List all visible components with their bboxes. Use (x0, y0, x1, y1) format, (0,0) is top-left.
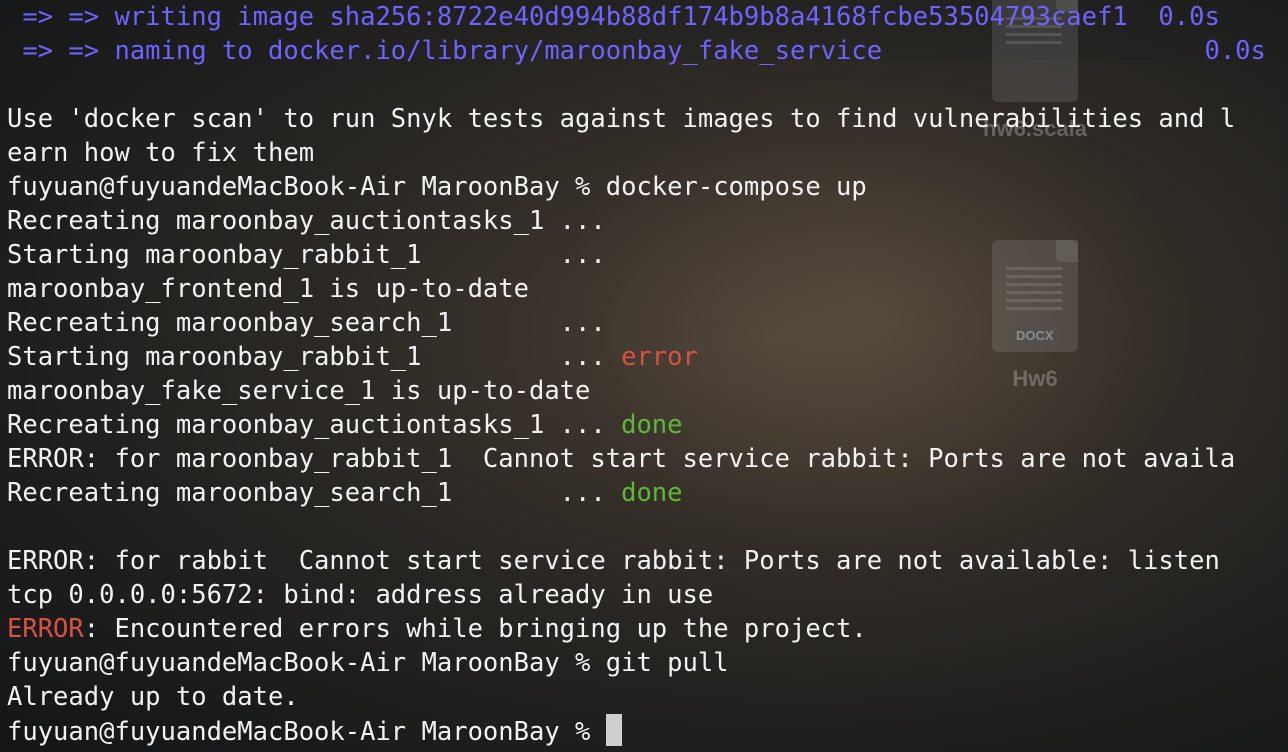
terminal-line: tcp 0.0.0.0:5672: bind: address already … (7, 578, 713, 612)
terminal-text: maroonbay_frontend_1 is up-to-date (7, 274, 529, 304)
terminal-text: Recreating maroonbay_auctiontasks_1 ... (7, 206, 606, 236)
terminal-line: fuyuan@fuyuandeMacBook-Air MaroonBay % g… (7, 646, 729, 680)
terminal-line: Starting maroonbay_rabbit_1 ... (7, 238, 606, 272)
terminal-line: fuyuan@fuyuandeMacBook-Air MaroonBay % (7, 714, 622, 748)
terminal-text: ERROR: for rabbit Cannot start service r… (7, 546, 1220, 576)
terminal-line: ERROR: for rabbit Cannot start service r… (7, 544, 1220, 578)
done-text: done (621, 410, 683, 440)
terminal-line: Recreating maroonbay_auctiontasks_1 ... (7, 204, 606, 238)
terminal-line: Already up to date. (7, 680, 299, 714)
terminal-text: ERROR: for maroonbay_rabbit_1 Cannot sta… (7, 444, 1236, 474)
terminal-line: earn how to fix them (7, 136, 314, 170)
error-text: error (621, 342, 698, 372)
terminal-line: Recreating maroonbay_search_1 ... done (7, 476, 683, 510)
terminal-line: ERROR: Encountered errors while bringing… (7, 612, 867, 646)
terminal-text: => => writing image sha256:8722e40d994b8… (7, 2, 1220, 32)
terminal-output[interactable]: => => writing image sha256:8722e40d994b8… (7, 0, 1288, 752)
terminal-line: Recreating maroonbay_auctiontasks_1 ... … (7, 408, 683, 442)
terminal-text: maroonbay_fake_service_1 is up-to-date (7, 376, 591, 406)
terminal-line: ERROR: for maroonbay_rabbit_1 Cannot sta… (7, 442, 1235, 476)
terminal-text: earn how to fix them (7, 138, 315, 168)
done-text: done (621, 478, 683, 508)
terminal-text: fuyuan@fuyuandeMacBook-Air MaroonBay % d… (7, 172, 867, 202)
terminal-line: => => naming to docker.io/library/maroon… (7, 34, 1266, 68)
terminal-line: Use 'docker scan' to run Snyk tests agai… (7, 102, 1235, 136)
terminal-text: Starting maroonbay_rabbit_1 ... (7, 342, 622, 372)
terminal-text: Starting maroonbay_rabbit_1 ... (7, 240, 606, 270)
terminal-text: fuyuan@fuyuandeMacBook-Air MaroonBay % g… (7, 648, 729, 678)
terminal-line: Recreating maroonbay_search_1 ... (7, 306, 606, 340)
terminal-text: Recreating maroonbay_auctiontasks_1 ... (7, 410, 622, 440)
terminal-line: => => writing image sha256:8722e40d994b8… (7, 0, 1220, 34)
terminal-text: Recreating maroonbay_search_1 ... (7, 478, 622, 508)
error-text: ERROR (7, 614, 84, 644)
terminal-text: fuyuan@fuyuandeMacBook-Air MaroonBay % (7, 717, 606, 747)
terminal-line: fuyuan@fuyuandeMacBook-Air MaroonBay % d… (7, 170, 867, 204)
terminal-text: Recreating maroonbay_search_1 ... (7, 308, 606, 338)
terminal-line: maroonbay_fake_service_1 is up-to-date (7, 374, 590, 408)
terminal-text: Use 'docker scan' to run Snyk tests agai… (7, 104, 1236, 134)
terminal-text: => => naming to docker.io/library/maroon… (7, 36, 1266, 66)
terminal-text: tcp 0.0.0.0:5672: bind: address already … (7, 580, 714, 610)
terminal-line: Starting maroonbay_rabbit_1 ... error (7, 340, 698, 374)
terminal-text: : Encountered errors while bringing up t… (83, 614, 867, 644)
terminal-line: maroonbay_frontend_1 is up-to-date (7, 272, 529, 306)
text-cursor (605, 714, 622, 746)
terminal-text: Already up to date. (7, 682, 299, 712)
